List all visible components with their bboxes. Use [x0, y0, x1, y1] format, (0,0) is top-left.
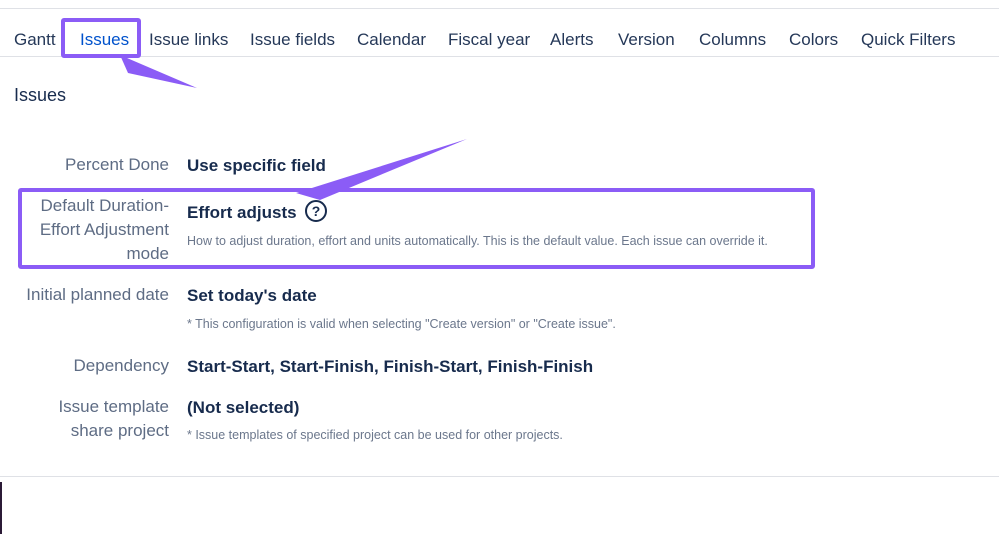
- tab-alerts[interactable]: Alerts: [550, 30, 593, 50]
- top-divider: [0, 8, 999, 9]
- tab-issue-links[interactable]: Issue links: [149, 30, 228, 50]
- issue-template-hint: * Issue templates of specified project c…: [187, 428, 563, 442]
- tab-version[interactable]: Version: [618, 30, 675, 50]
- tab-arrow: [120, 55, 197, 88]
- tab-quick-filters[interactable]: Quick Filters: [861, 30, 955, 50]
- tab-calendar[interactable]: Calendar: [357, 30, 426, 50]
- section-title: Issues: [14, 85, 67, 105]
- tab-columns[interactable]: Columns: [699, 30, 766, 50]
- percent-done-value[interactable]: Use specific field: [187, 156, 326, 176]
- initial-planned-date-hint: * This configuration is valid when selec…: [187, 317, 616, 331]
- issue-template-label-line2: share project: [70, 421, 169, 440]
- initial-planned-date-label: Initial planned date: [26, 285, 169, 304]
- tabs-divider: [0, 56, 999, 57]
- percent-done-label: Percent Done: [65, 155, 169, 174]
- annotation-arrows: [120, 55, 467, 200]
- tab-fiscal-year[interactable]: Fiscal year: [448, 30, 530, 50]
- dependency-label: Dependency: [73, 356, 169, 375]
- tab-annotation-box: [61, 18, 141, 58]
- left-edge-bar: [0, 482, 2, 534]
- tab-gantt[interactable]: Gantt: [14, 30, 56, 50]
- setting-annotation-box: [18, 188, 815, 269]
- tab-colors[interactable]: Colors: [789, 30, 838, 50]
- dependency-value[interactable]: Start-Start, Start-Finish, Finish-Start,…: [187, 357, 593, 377]
- issue-template-label-line1: Issue template: [58, 397, 169, 416]
- initial-planned-date-value[interactable]: Set today's date: [187, 286, 317, 306]
- bottom-divider: [0, 476, 999, 477]
- issue-template-value[interactable]: (Not selected): [187, 398, 299, 418]
- settings-tabs: Gantt Issues Issue links Issue fields Ca…: [0, 26, 999, 56]
- tab-issue-fields[interactable]: Issue fields: [250, 30, 335, 50]
